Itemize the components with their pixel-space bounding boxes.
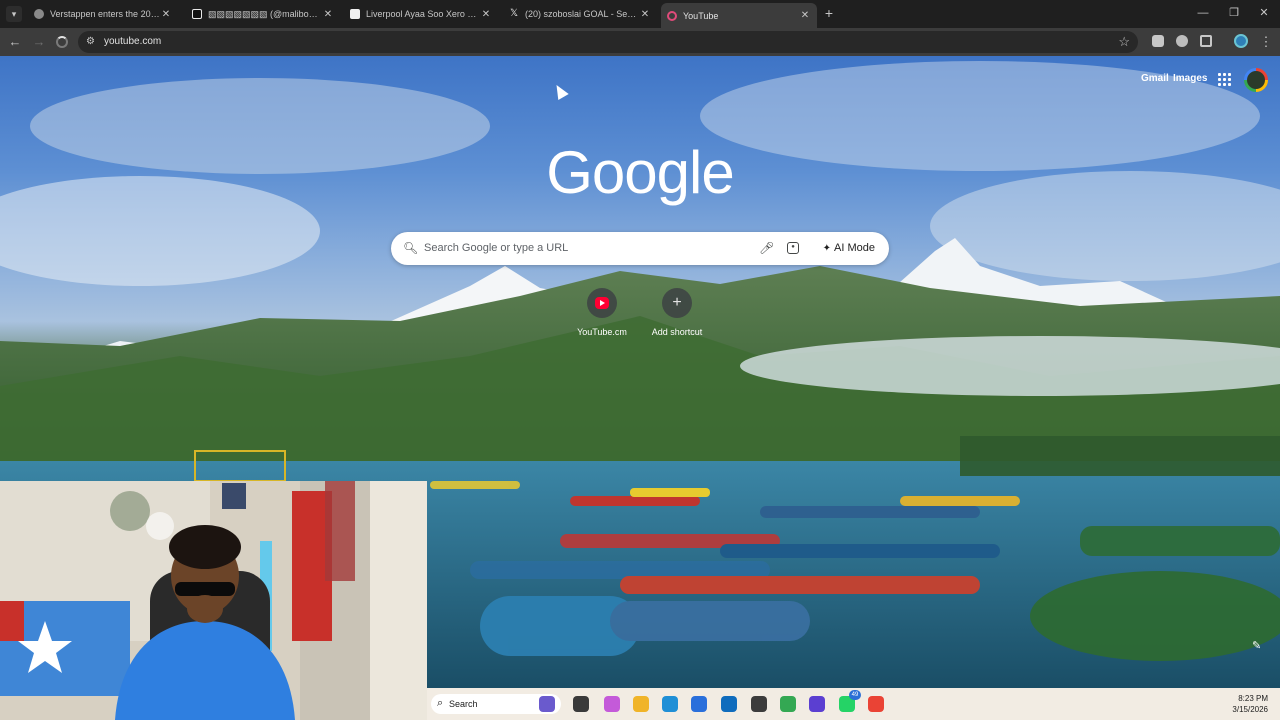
shortcut-add[interactable]: + Add shortcut (637, 288, 717, 337)
ai-mode-label: AI Mode (834, 242, 875, 254)
tab-title: Liverpool Ayaa Soo Xero Galise (366, 9, 480, 19)
close-icon[interactable]: ✕ (799, 10, 811, 21)
screen: ▾ Verstappen enters the 2026 se ✕ ▧▧▧▧▧▧… (0, 0, 1280, 720)
account-avatar[interactable] (1244, 68, 1268, 92)
tiktok-icon (192, 9, 202, 19)
google-logo: Google (546, 139, 734, 206)
edge-icon[interactable] (662, 696, 678, 712)
search-input[interactable]: Search Google or type a URL (424, 242, 568, 254)
extension-icon[interactable] (1176, 35, 1188, 47)
shortcut-tile[interactable]: + (662, 288, 692, 318)
microphone-icon[interactable]: 🎤︎ (759, 241, 774, 255)
tab-4[interactable]: 𝕏 (20) szoboslai GOAL - Search / ✕ (503, 4, 657, 24)
site-info-icon[interactable]: ⚙ (86, 36, 98, 48)
clock-time: 8:23 PM (1238, 694, 1268, 703)
toolbar: ← → ⚙ youtube.com ☆ ⋮ (0, 28, 1280, 56)
tab-2[interactable]: ▧▧▧▧▧▧▧ (@maliboy12) is ✕ (186, 4, 340, 24)
shortcut-label: YouTube.cm (577, 327, 627, 337)
ai-mode-button[interactable]: ✦ AI Mode (815, 236, 883, 261)
chrome-alt-icon[interactable] (868, 696, 884, 712)
back-icon[interactable]: ← (7, 34, 23, 50)
file-explorer-icon[interactable] (633, 696, 649, 712)
close-icon[interactable]: ✕ (322, 9, 334, 20)
whatsapp-icon[interactable]: 49 (839, 690, 861, 712)
close-icon[interactable]: ✕ (160, 9, 172, 20)
shield-extension-icon[interactable] (1152, 35, 1164, 47)
profile-icon[interactable] (1234, 34, 1248, 48)
tab-search-button[interactable]: ▾ (6, 6, 22, 22)
loading-spinner-icon[interactable] (56, 36, 68, 48)
customize-pencil-icon[interactable]: ✎ (1252, 639, 1261, 652)
widgets-icon[interactable] (539, 696, 555, 712)
app-icon[interactable] (751, 696, 767, 712)
task-view-icon[interactable] (573, 696, 589, 712)
chrome-icon[interactable] (780, 696, 796, 712)
globe-icon (34, 9, 44, 19)
lens-icon[interactable]: ● (787, 242, 799, 254)
new-tab-button[interactable]: + (822, 5, 836, 21)
youtube-icon (595, 297, 609, 309)
gmail-link[interactable]: Gmail (1141, 73, 1169, 84)
tab-1[interactable]: Verstappen enters the 2026 se ✕ (28, 4, 178, 24)
puzzle-icon[interactable] (1200, 35, 1212, 47)
webcam-overlay (0, 481, 427, 720)
tab-3[interactable]: Liverpool Ayaa Soo Xero Galise ✕ (344, 4, 498, 24)
outlook-icon[interactable] (721, 696, 737, 712)
close-icon[interactable]: ✕ (480, 9, 492, 20)
close-icon[interactable]: ✕ (639, 9, 651, 20)
webcam-feed (0, 481, 427, 720)
plus-icon: + (672, 294, 682, 311)
images-link[interactable]: Images (1173, 73, 1207, 84)
shortcut-tile[interactable] (587, 288, 617, 318)
notification-badge: 49 (849, 690, 861, 700)
opera-icon[interactable] (809, 696, 825, 712)
taskbar-search-label: Search (449, 699, 478, 709)
close-window-icon[interactable]: ✕ (1257, 6, 1271, 20)
x-icon: 𝕏 (509, 8, 519, 19)
menu-icon[interactable]: ⋮ (1258, 34, 1274, 50)
video-icon (350, 9, 360, 19)
taskbar: ⌕ Search 49 8:23 PM 3/15/2026 (427, 688, 1280, 720)
google-apps-icon[interactable] (1218, 73, 1231, 86)
tab-title: (20) szoboslai GOAL - Search / (525, 9, 639, 19)
tab-title: Verstappen enters the 2026 se (50, 9, 160, 19)
sparkle-icon: ✦ (822, 243, 832, 254)
store-icon[interactable] (691, 696, 707, 712)
tab-title: YouTube (683, 10, 719, 21)
copilot-icon[interactable] (604, 696, 620, 712)
tab-strip: ▾ Verstappen enters the 2026 se ✕ ▧▧▧▧▧▧… (0, 0, 1280, 28)
clock-date: 3/15/2026 (1232, 705, 1268, 714)
shortcut-label: Add shortcut (651, 327, 703, 337)
tab-5-active[interactable]: YouTube ✕ (661, 3, 817, 28)
tab-title: ▧▧▧▧▧▧▧ (@maliboy12) is (208, 8, 322, 19)
shortcut-youtube[interactable]: YouTube.cm (562, 288, 642, 337)
url-text[interactable]: youtube.com (104, 36, 161, 47)
restore-icon[interactable]: ❐ (1227, 6, 1241, 20)
loading-icon (667, 10, 677, 21)
search-icon: 🔍︎ (403, 241, 419, 255)
address-bar[interactable]: ⚙ youtube.com ☆ (78, 31, 1138, 53)
system-clock[interactable]: 8:23 PM 3/15/2026 (1232, 693, 1268, 715)
minimize-icon[interactable]: — (1196, 6, 1210, 20)
bookmark-star-icon[interactable]: ☆ (1118, 34, 1130, 50)
forward-icon[interactable]: → (31, 34, 47, 50)
search-icon: ⌕ (437, 697, 444, 709)
search-box[interactable]: 🔍︎ Search Google or type a URL 🎤︎ ● ✦ AI … (391, 232, 889, 265)
